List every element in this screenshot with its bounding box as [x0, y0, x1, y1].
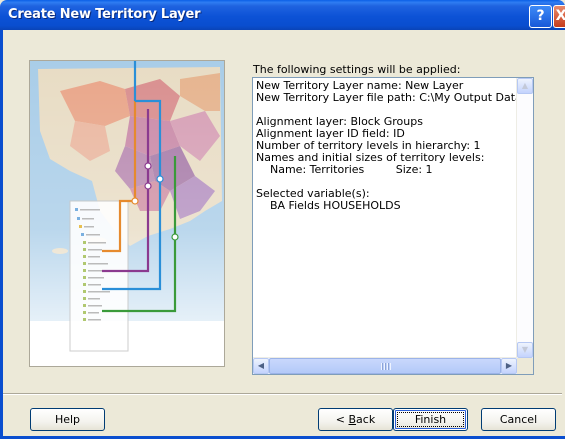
settings-summary-box[interactable]: New Territory Layer name: New Layer New …: [252, 77, 534, 375]
map-illustration-graphic: [30, 61, 224, 366]
scroll-up-icon[interactable]: ▲: [517, 78, 533, 94]
grip-icon: [381, 363, 391, 370]
scroll-down-icon[interactable]: ▼: [517, 342, 533, 358]
horizontal-scroll-thumb[interactable]: [269, 358, 501, 374]
title-bar[interactable]: Create New Territory Layer ? X: [0, 0, 565, 30]
back-button-label: ack: [356, 413, 376, 426]
summary-line: BA Fields HOUSEHOLDS: [256, 199, 401, 212]
help-button[interactable]: Help: [30, 408, 105, 431]
settings-heading: The following settings will be applied:: [253, 63, 461, 76]
close-icon[interactable]: X: [553, 5, 565, 28]
vertical-scrollbar[interactable]: ▲ ▼: [516, 78, 533, 358]
horizontal-scrollbar[interactable]: ◀ ▶: [253, 357, 517, 374]
summary-line: Name: Territories Size: 1: [256, 163, 433, 176]
settings-summary-text: New Territory Layer name: New Layer New …: [256, 80, 518, 358]
button-separator: [3, 393, 562, 395]
scroll-right-icon[interactable]: ▶: [501, 358, 517, 374]
scroll-left-icon[interactable]: ◀: [253, 358, 269, 374]
back-button-prefix: <: [335, 413, 349, 426]
help-icon[interactable]: ?: [529, 5, 552, 28]
summary-line: New Territory Layer file path: C:\My Out…: [256, 91, 518, 104]
back-button-mnemonic: B: [348, 413, 357, 426]
scrollbar-corner: [517, 358, 533, 374]
window-title: Create New Territory Layer: [8, 7, 201, 22]
back-button[interactable]: < Back: [318, 408, 393, 431]
finish-button-label: Finish: [397, 412, 464, 427]
finish-button[interactable]: Finish: [393, 408, 468, 431]
cancel-button[interactable]: Cancel: [481, 408, 556, 431]
map-illustration: [29, 60, 225, 367]
